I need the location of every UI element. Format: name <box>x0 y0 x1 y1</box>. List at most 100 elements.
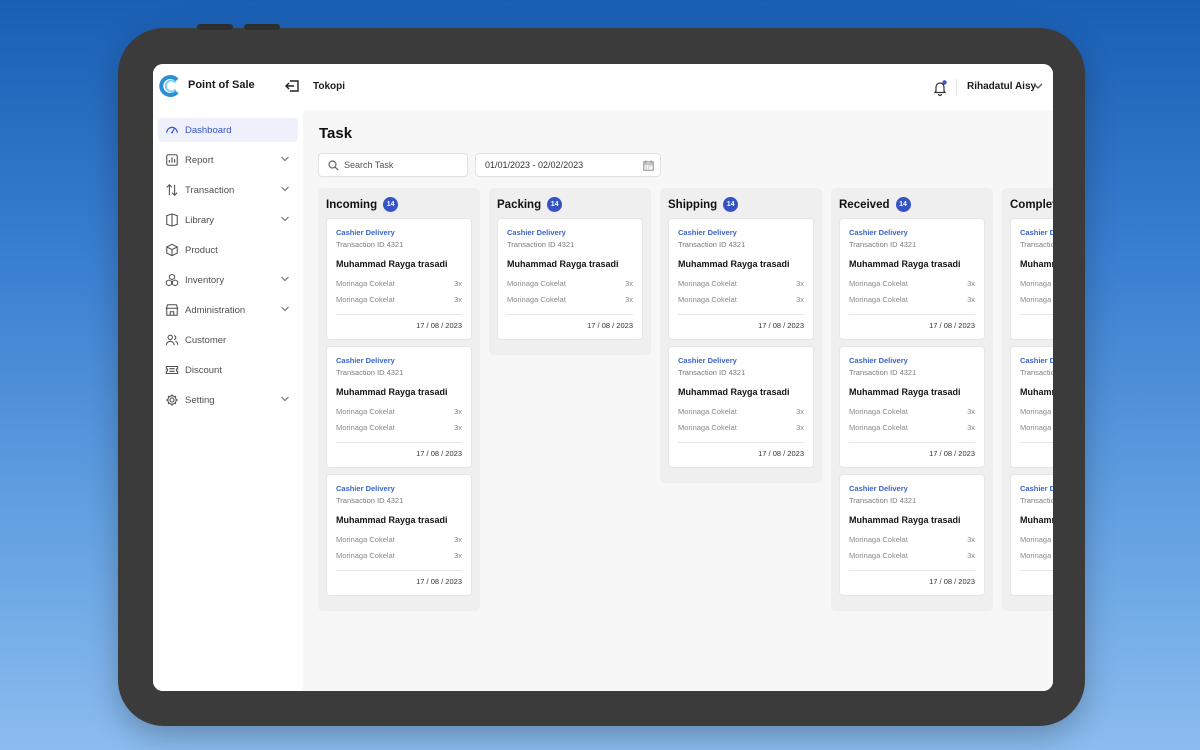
transaction-id: Transaction ID 4321 <box>849 496 917 505</box>
task-card[interactable]: Cashier Delivery Transaction ID 4321 Muham… <box>326 346 472 468</box>
delivery-type: Cashier Delivery <box>678 356 737 365</box>
sidebar-item-label: Administration <box>185 304 246 316</box>
item-qty: 3x <box>796 407 804 416</box>
transaction-id: Transaction ID 4321 <box>678 240 746 249</box>
search-box[interactable] <box>318 153 468 177</box>
item-name: Morinaga Cokelat <box>336 551 395 560</box>
transaction-id: Transaction ID 4321 <box>336 240 404 249</box>
gear-icon <box>166 394 178 406</box>
task-card[interactable]: Cashier Delivery Transaction ID 4321 Muham… <box>326 218 472 340</box>
sidebar-item-label: Customer <box>185 334 227 346</box>
column-title: Completed <box>1010 198 1053 211</box>
item-qty: 3x <box>796 279 804 288</box>
chevron-down-icon[interactable] <box>280 215 290 223</box>
sidebar-item-inventory[interactable]: Inventory <box>158 268 298 292</box>
chevron-down-icon[interactable] <box>280 395 290 403</box>
date-range-picker[interactable]: 01/01/2023 - 02/02/2023 <box>475 153 661 177</box>
transaction-id: Transaction ID 4321 <box>1020 240 1053 249</box>
page-title: Task <box>319 125 353 142</box>
sidebar-item-library[interactable]: Library <box>158 208 298 232</box>
sidebar: Dashboard Report Transaction Library Product… <box>153 110 303 691</box>
item-qty: 3x <box>796 423 804 432</box>
task-card[interactable]: Cashier Delivery Transaction ID 4321 Muham… <box>1010 346 1053 468</box>
column-header: Completed14 <box>1010 197 1053 212</box>
box-icon <box>166 243 178 257</box>
delivery-type: Cashier Delivery <box>849 228 908 237</box>
item-qty: 3x <box>967 279 975 288</box>
item-qty: 3x <box>454 295 462 304</box>
store-name: Tokopi <box>313 81 346 92</box>
chevron-down-icon[interactable] <box>280 155 290 163</box>
task-card[interactable]: Cashier Delivery Transaction ID 4321 Muham… <box>668 346 814 468</box>
customer-name: Muhammad Rayga trasadi <box>678 387 790 397</box>
chevron-down-icon[interactable] <box>280 275 290 283</box>
delivery-type: Cashier Delivery <box>336 484 395 493</box>
divider <box>336 442 462 443</box>
item-name: Morinaga Cokelat <box>1020 423 1053 432</box>
kanban-column-packing: Packing 14 Cashier Delivery Transaction ID … <box>489 188 651 355</box>
item-name: Morinaga Cokelat <box>336 423 395 432</box>
task-card[interactable]: Cashier Delivery Transaction ID 4321 Muham… <box>1010 474 1053 596</box>
sidebar-item-label: Discount <box>185 364 222 376</box>
item-qty: 3x <box>967 407 975 416</box>
column-title: Packing <box>497 198 542 211</box>
task-card[interactable]: Cashier Delivery Transaction ID 4321 Muham… <box>839 474 985 596</box>
column-title: Incoming <box>326 198 378 211</box>
item-name: Morinaga Cokelat <box>336 279 395 288</box>
task-date: 17 / 08 / 2023 <box>929 321 975 330</box>
sidebar-item-label: Inventory <box>185 274 225 286</box>
task-date: 17 / 08 / 2023 <box>416 577 462 586</box>
sidebar-item-administration[interactable]: Administration <box>158 298 298 322</box>
item-qty: 3x <box>796 295 804 304</box>
sidebar-item-setting[interactable]: Setting <box>158 388 298 412</box>
users-icon <box>165 334 179 346</box>
sidebar-item-discount[interactable]: Discount <box>158 358 298 382</box>
item-qty: 3x <box>454 423 462 432</box>
customer-name: Muhammad Rayga trasadi <box>1020 387 1053 397</box>
task-card[interactable]: Cashier Delivery Transaction ID 4321 Muham… <box>839 218 985 340</box>
sidebar-item-label: Product <box>185 244 218 256</box>
count-badge: 14 <box>383 197 399 212</box>
item-name: Morinaga Cokelat <box>849 407 908 416</box>
item-name: Morinaga Cokelat <box>1020 551 1053 560</box>
item-name: Morinaga Cokelat <box>336 295 395 304</box>
item-name: Morinaga Cokelat <box>849 423 908 432</box>
item-qty: 3x <box>625 279 633 288</box>
column-header: Incoming 14 <box>326 197 399 212</box>
divider <box>336 314 462 315</box>
main-content: Task 01/01/2023 - 02/02/2023 Incoming 14 C… <box>303 110 1053 691</box>
notification-bell-icon[interactable] <box>932 79 948 97</box>
chevron-down-icon[interactable] <box>1032 81 1044 91</box>
chevron-down-icon[interactable] <box>280 185 290 193</box>
search-input[interactable] <box>344 160 462 170</box>
divider <box>336 570 462 571</box>
task-card[interactable]: Cashier Delivery Transaction ID 4321 Muham… <box>668 218 814 340</box>
delivery-type: Cashier Delivery <box>336 228 395 237</box>
task-card[interactable]: Cashier Delivery Transaction ID 4321 Muham… <box>839 346 985 468</box>
item-name: Morinaga Cokelat <box>1020 295 1053 304</box>
sidebar-item-dashboard[interactable]: Dashboard <box>158 118 298 142</box>
task-date: 17 / 08 / 2023 <box>758 321 804 330</box>
item-name: Morinaga Cokelat <box>336 535 395 544</box>
sidebar-item-product[interactable]: Product <box>158 238 298 262</box>
chevron-down-icon[interactable] <box>280 305 290 313</box>
customer-name: Muhammad Rayga trasadi <box>336 387 448 397</box>
sidebar-item-customer[interactable]: Customer <box>158 328 298 352</box>
sidebar-item-report[interactable]: Report <box>158 148 298 172</box>
sidebar-collapse-icon[interactable] <box>284 79 300 93</box>
item-name: Morinaga Cokelat <box>678 279 737 288</box>
user-name[interactable]: Rihadatul Aisy <box>967 81 1036 92</box>
item-name: Morinaga Cokelat <box>1020 535 1053 544</box>
task-card[interactable]: Cashier Delivery Transaction ID 4321 Muham… <box>497 218 643 340</box>
task-card[interactable]: Cashier Delivery Transaction ID 4321 Muham… <box>1010 218 1053 340</box>
bar-chart-icon <box>166 154 178 166</box>
ticket-icon <box>165 365 179 375</box>
sidebar-item-label: Setting <box>185 394 215 406</box>
item-name: Morinaga Cokelat <box>1020 279 1053 288</box>
calendar-icon[interactable] <box>643 160 654 171</box>
task-card[interactable]: Cashier Delivery Transaction ID 4321 Muham… <box>326 474 472 596</box>
sidebar-item-transaction[interactable]: Transaction <box>158 178 298 202</box>
count-badge: 14 <box>895 197 911 212</box>
store-icon <box>165 304 179 316</box>
delivery-type: Cashier Delivery <box>507 228 566 237</box>
